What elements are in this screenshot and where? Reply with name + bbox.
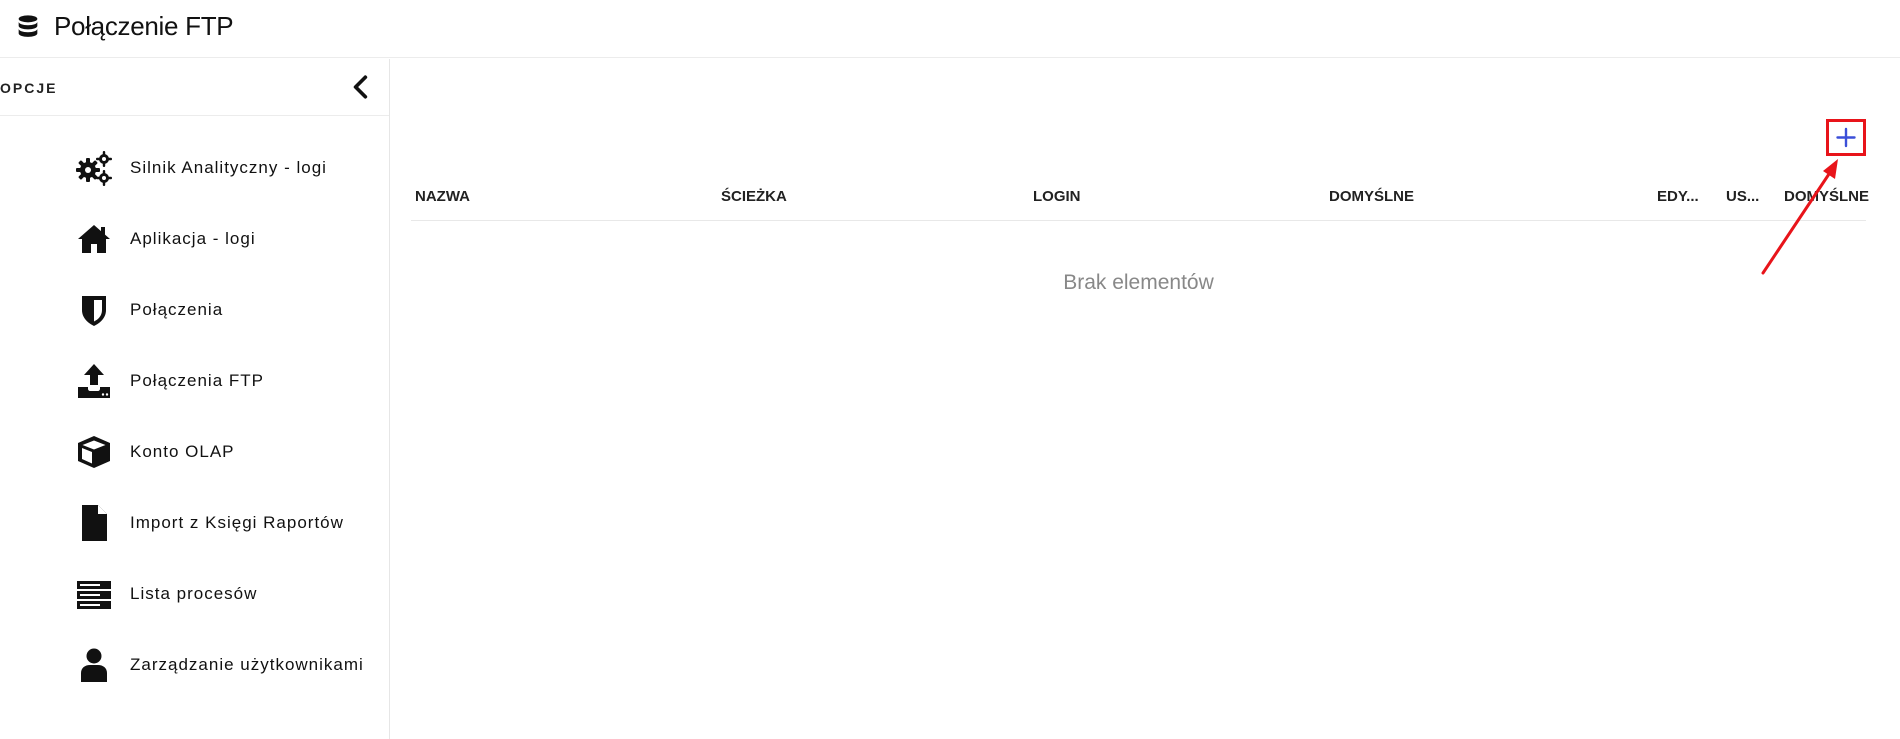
database-icon — [18, 15, 38, 37]
home-icon — [78, 225, 110, 253]
column-header-edytuj[interactable]: EDY... — [1657, 188, 1699, 205]
shield-icon — [82, 296, 106, 326]
sidebar-item-konto-olap[interactable]: Konto OLAP — [70, 427, 380, 477]
empty-state-text: Brak elementów — [1063, 271, 1214, 294]
sidebar-item-aplikacja-logi[interactable]: Aplikacja - logi — [70, 214, 380, 264]
sidebar-item-polaczenia-ftp[interactable]: Połączenia FTP — [70, 356, 380, 406]
column-header-nazwa[interactable]: NAZWA — [415, 188, 470, 205]
sidebar: OPCJE Silnik Analityczny - logi Aplikacj… — [0, 59, 390, 739]
column-header-domyslne[interactable]: DOMYŚLNE — [1329, 188, 1414, 205]
cube-icon — [78, 436, 110, 468]
upload-icon — [78, 364, 110, 398]
top-bar: Połączenie FTP — [0, 0, 1900, 58]
sidebar-item-lista-procesow[interactable]: Lista procesów — [70, 569, 380, 619]
gears-icon — [76, 151, 112, 186]
file-icon — [82, 505, 107, 541]
sidebar-item-import-z-ksiegi-raportow[interactable]: Import z Księgi Raportów — [70, 498, 380, 548]
chevron-left-icon[interactable] — [348, 74, 374, 100]
annotation-arrow — [1761, 159, 1838, 275]
main-content: NAZWA ŚCIEŻKA LOGIN DOMYŚLNE EDY... US..… — [391, 59, 1900, 739]
sidebar-item-label: Import z Księgi Raportów — [130, 513, 344, 532]
sidebar-item-label: Silnik Analityczny - logi — [130, 158, 327, 177]
column-header-login[interactable]: LOGIN — [1033, 188, 1081, 205]
sidebar-item-label: Lista procesów — [130, 584, 258, 603]
server-list-icon — [77, 581, 111, 609]
sidebar-item-label: Zarządzanie użytkownikami — [130, 655, 364, 674]
table-header: NAZWA ŚCIEŻKA LOGIN DOMYŚLNE EDY... US..… — [411, 179, 1869, 221]
sidebar-item-silnik-analityczny-logi[interactable]: Silnik Analityczny - logi — [70, 143, 380, 193]
sidebar-item-polaczenia[interactable]: Połączenia — [70, 285, 380, 335]
sidebar-item-label: Połączenia FTP — [130, 371, 264, 390]
sidebar-item-label: Aplikacja - logi — [130, 229, 256, 248]
sidebar-item-label: Połączenia — [130, 300, 224, 319]
sidebar-item-label: Konto OLAP — [130, 442, 235, 461]
user-icon — [81, 648, 107, 682]
plus-icon — [1836, 127, 1856, 148]
column-header-sciezka[interactable]: ŚCIEŻKA — [721, 188, 787, 205]
page-title: Połączenie FTP — [54, 11, 234, 41]
sidebar-header-label: OPCJE — [0, 80, 58, 96]
sidebar-item-zarzadzanie-uzytkownikami[interactable]: Zarządzanie użytkownikami — [70, 640, 380, 690]
sidebar-header: OPCJE — [0, 59, 389, 116]
